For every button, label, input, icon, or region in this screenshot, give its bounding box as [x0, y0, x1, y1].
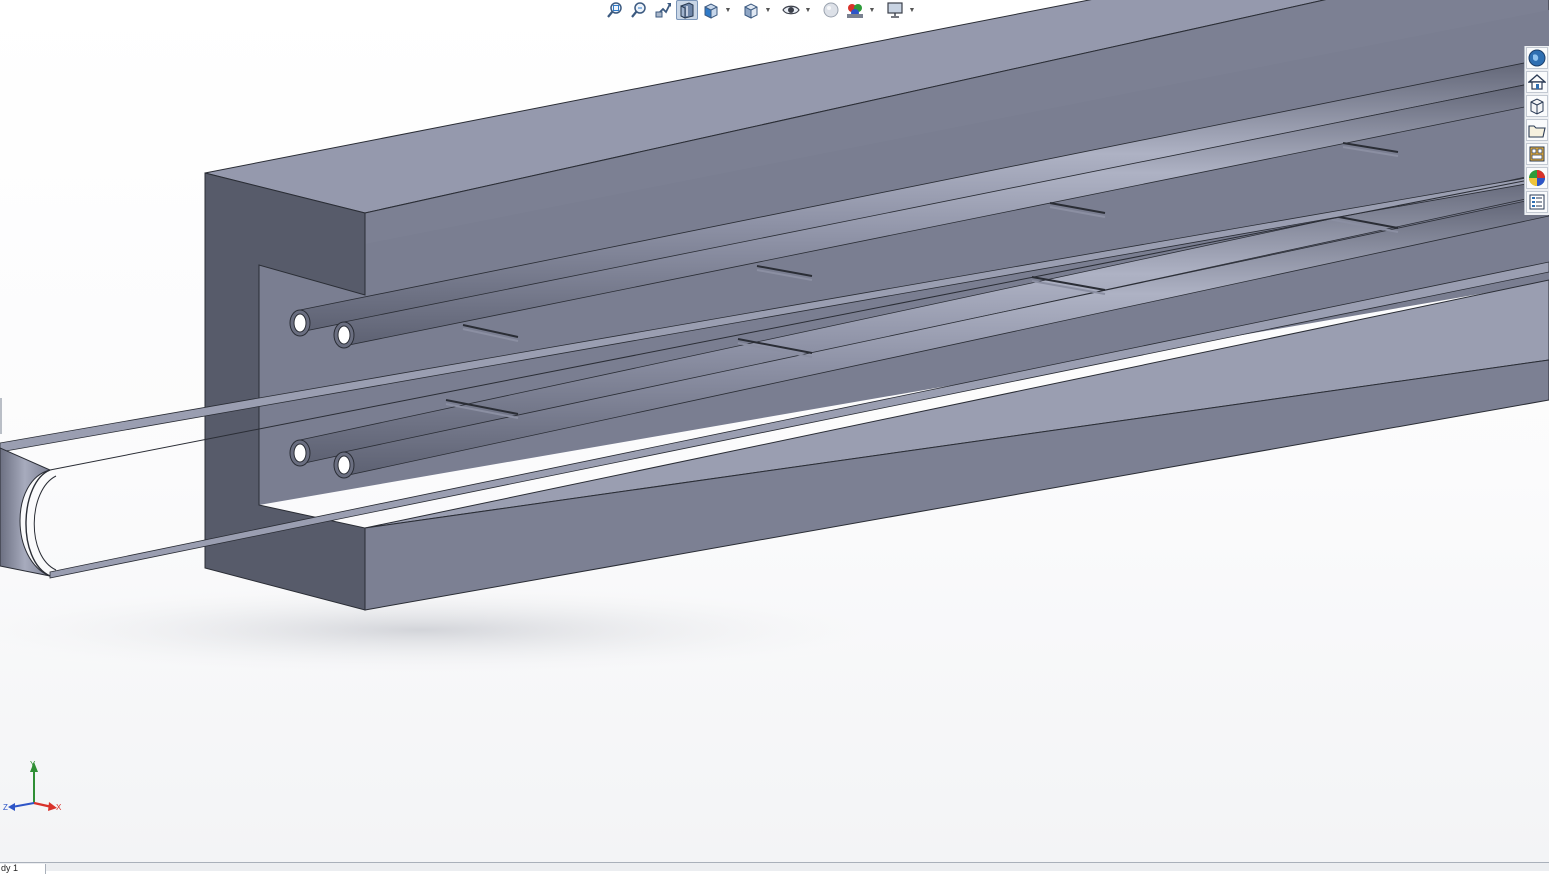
view-orientation-icon — [704, 3, 718, 19]
task-pane-tab-appearances[interactable] — [1526, 167, 1548, 189]
apply-scene-button[interactable] — [844, 0, 866, 20]
view-palette-icon — [1529, 146, 1545, 162]
display-style-button[interactable] — [740, 0, 762, 20]
eye-icon — [782, 5, 800, 15]
apply-scene-icon — [847, 4, 863, 18]
previous-view-icon — [655, 3, 671, 18]
previous-view-button[interactable] — [652, 0, 674, 20]
triad-x-label: X — [56, 803, 62, 812]
triad-y-label: Y — [30, 760, 36, 769]
section-view-button[interactable] — [676, 0, 698, 20]
view-orientation-button[interactable] — [700, 0, 722, 20]
zoom-to-fit-icon — [607, 2, 622, 18]
zoom-to-area-icon — [631, 2, 646, 18]
task-pane-tab-file-explorer[interactable] — [1526, 119, 1548, 141]
display-style-icon — [744, 3, 758, 19]
ground-shadow — [0, 580, 940, 680]
globe-icon — [1528, 49, 1546, 67]
task-pane-tab-resources[interactable] — [1526, 47, 1548, 69]
hide-show-items-button[interactable] — [780, 0, 802, 20]
model-viewport[interactable] — [0, 0, 1549, 862]
design-library-icon — [1530, 98, 1544, 115]
view-toolbar: ▼ ▼ ▼ ▼ ▼ — [604, 0, 916, 20]
viewport-edge-marker — [0, 398, 2, 434]
edit-appearance-button[interactable] — [820, 0, 842, 20]
section-view-icon — [680, 2, 694, 19]
reference-triad: Y X Z — [3, 760, 62, 812]
model-tab[interactable]: dy 1 — [0, 864, 46, 874]
graphics-area[interactable]: ▼ ▼ ▼ ▼ ▼ Y X Z — [0, 0, 1549, 862]
task-pane-tab-custom-properties[interactable] — [1526, 191, 1548, 213]
zoom-to-area-button[interactable] — [628, 0, 650, 20]
task-pane-tab-view-palette[interactable] — [1526, 143, 1548, 165]
view-settings-button[interactable] — [884, 0, 906, 20]
zoom-to-fit-button[interactable] — [604, 0, 626, 20]
monitor-icon — [887, 2, 903, 18]
view-settings-dropdown[interactable]: ▼ — [908, 0, 916, 20]
task-pane-tab-design-library[interactable] — [1526, 95, 1548, 117]
folder-icon — [1528, 125, 1546, 138]
apply-scene-dropdown[interactable]: ▼ — [868, 0, 876, 20]
task-pane-tab-home[interactable] — [1526, 71, 1548, 93]
appearances-icon — [1529, 170, 1545, 186]
home-icon — [1528, 74, 1546, 90]
triad-z-label: Z — [3, 803, 8, 812]
edit-appearance-icon — [823, 2, 839, 18]
display-style-dropdown[interactable]: ▼ — [764, 0, 772, 20]
hide-show-items-dropdown[interactable]: ▼ — [804, 0, 812, 20]
task-pane — [1524, 46, 1549, 215]
custom-properties-icon — [1529, 194, 1545, 210]
view-orientation-dropdown[interactable]: ▼ — [724, 0, 732, 20]
